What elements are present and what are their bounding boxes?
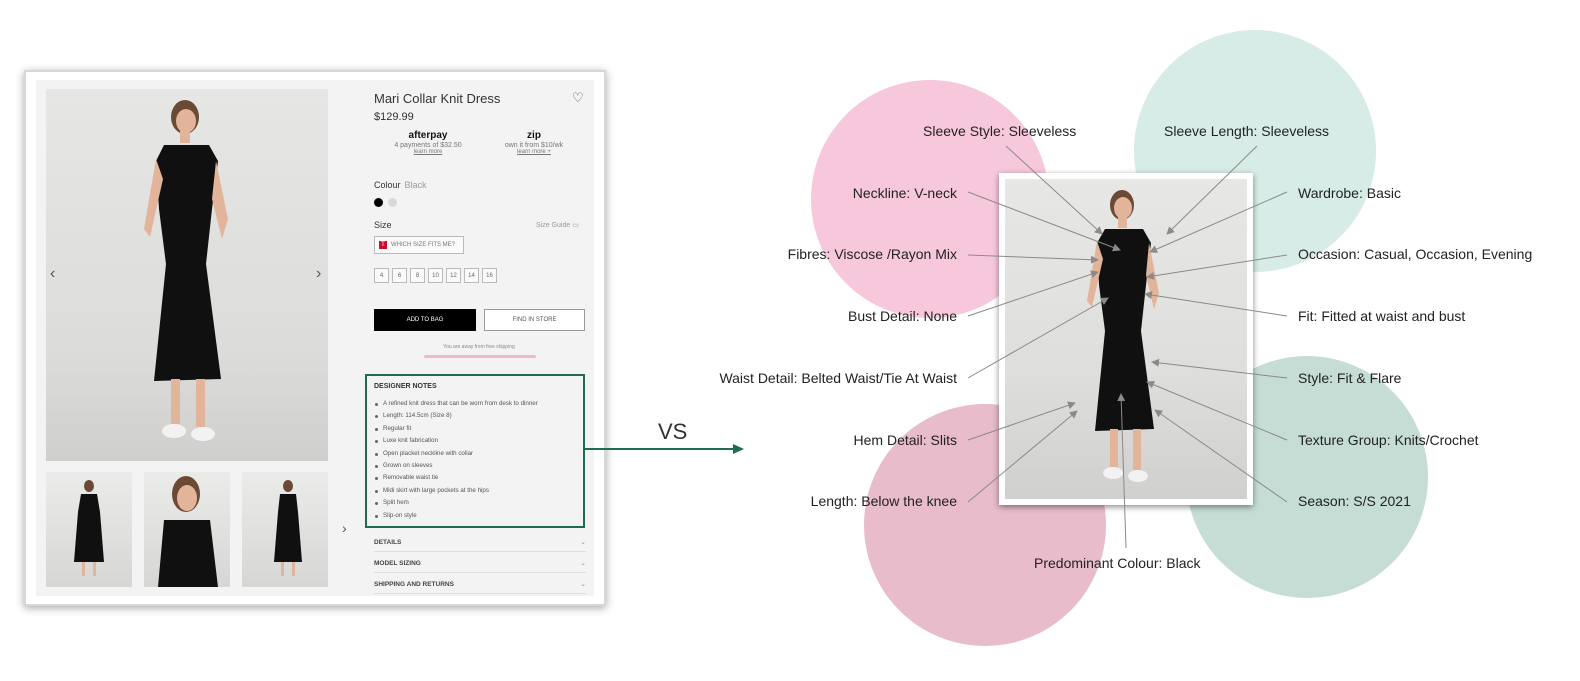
attr-texture-group: Texture Group: Knits/Crochet (1298, 432, 1479, 448)
product-price: $129.99 (374, 111, 414, 123)
fit-button-label: WHICH SIZE FITS ME? (391, 242, 456, 248)
add-to-bag-button[interactable]: ADD TO BAG (374, 309, 476, 331)
size-option[interactable]: 4 (374, 268, 389, 283)
wishlist-heart-icon[interactable]: ♡ (572, 90, 584, 106)
vs-label: VS (658, 419, 688, 444)
model-figure (144, 100, 228, 441)
designer-note-item: Split hem (374, 497, 538, 509)
colour-label: Colour (374, 180, 401, 190)
find-in-store-button[interactable]: FIND IN STORE (484, 309, 585, 331)
attr-season: Season: S/S 2021 (1298, 493, 1411, 509)
zip-learn-more-link[interactable]: learn more + (479, 149, 589, 155)
attr-hem-detail: Hem Detail: Slits (853, 432, 957, 448)
designer-note-item: Midi skirt with large pockets at the hip… (374, 485, 538, 497)
designer-note-item: Grown on sleeves (374, 460, 538, 472)
colour-value: Black (404, 180, 427, 190)
zip-text: own it from $10/wk (504, 142, 564, 149)
product-page: ‹ › › Mari Collar Knit Dress ♡ $129.99 a… (36, 80, 594, 596)
chevron-down-icon: ⌄ (580, 560, 586, 567)
designer-notes-title: DESIGNER NOTES (374, 383, 437, 390)
size-option[interactable]: 8 (410, 268, 425, 283)
chevron-down-icon: ⌄ (580, 539, 586, 546)
attr-bust-detail: Bust Detail: None (848, 308, 957, 324)
thumbnails-next-arrow-icon[interactable]: › (342, 520, 347, 536)
designer-note-item: Slip-on style (374, 510, 538, 522)
colour-swatch-black[interactable] (374, 198, 383, 207)
accordion-label: DETAILS (374, 538, 402, 546)
accordion-item[interactable]: MODEL SIZING ⌄ (374, 554, 586, 573)
attr-neckline: Neckline: V-neck (852, 185, 957, 201)
afterpay-logo: afterpay (408, 130, 448, 141)
thumbnail-2[interactable] (144, 472, 230, 587)
size-option[interactable]: 12 (446, 268, 461, 283)
attr-style: Style: Fit & Flare (1298, 370, 1402, 386)
free-shipping-progress-bar (424, 355, 536, 358)
accordion-item[interactable]: SHIPPING AND RETURNS ⌄ (374, 575, 586, 594)
designer-notes-list: A refined knit dress that can be worn fr… (374, 398, 538, 522)
attr-fit: Fit: Fitted at waist and bust (1298, 308, 1466, 324)
zip-block: zip own it from $10/wk learn more + (479, 130, 589, 155)
size-guide-link[interactable]: Size Guide ▭ (536, 221, 579, 229)
main-product-image: ‹ › (46, 89, 328, 461)
colour-swatch-grey[interactable] (388, 198, 397, 207)
free-shipping-text: You are away from free shipping (443, 344, 515, 350)
afterpay-block: afterpay 4 payments of $32.50 learn more (373, 130, 483, 155)
thumbnail-3[interactable] (242, 472, 328, 587)
attr-sleeve-style: Sleeve Style: Sleeveless (923, 123, 1077, 139)
designer-note-item: Open placket neckline with collar (374, 448, 538, 460)
thumbnail-1[interactable] (46, 472, 132, 587)
which-size-fits-me-button[interactable]: T WHICH SIZE FITS ME? (374, 236, 464, 254)
designer-note-item: Removable waist tie (374, 472, 538, 484)
attr-wardrobe: Wardrobe: Basic (1298, 185, 1401, 201)
afterpay-learn-more-link[interactable]: learn more (373, 149, 483, 155)
designer-notes-panel: DESIGNER NOTES A refined knit dress that… (365, 374, 585, 528)
attr-length: Length: Below the knee (810, 493, 957, 509)
zip-logo: zip (527, 130, 541, 141)
next-image-arrow-icon[interactable]: › (316, 265, 321, 283)
accordion-label: MODEL SIZING (374, 559, 421, 567)
attr-sleeve-length: Sleeve Length: Sleeveless (1164, 123, 1329, 139)
attr-occasion: Occasion: Casual, Occasion, Evening (1298, 246, 1533, 262)
fit-badge-icon: T (379, 241, 387, 249)
colour-row: Colour Black (374, 180, 427, 190)
product-title: Mari Collar Knit Dress (374, 91, 501, 106)
size-guide-label: Size Guide (536, 222, 571, 229)
attr-fibres: Fibres: Viscose /Rayon Mix (787, 246, 957, 262)
center-product-photo (999, 173, 1253, 505)
previous-image-arrow-icon[interactable]: ‹ (50, 265, 55, 283)
attr-waist-detail: Waist Detail: Belted Waist/Tie At Waist (719, 370, 957, 386)
product-page-screenshot: ‹ › › Mari Collar Knit Dress ♡ $129.99 a… (24, 70, 606, 606)
accordion-label: SHIPPING AND RETURNS (374, 580, 454, 588)
size-option[interactable]: 16 (482, 268, 497, 283)
designer-note-item: Luxe knit fabrication (374, 435, 538, 447)
size-option[interactable]: 14 (464, 268, 479, 283)
connector-arrowhead-icon (733, 444, 744, 454)
size-option[interactable]: 6 (392, 268, 407, 283)
designer-note-item: Regular fit (374, 423, 538, 435)
size-label: Size (374, 220, 392, 230)
designer-note-item: Length: 114.5cm (Size 8) (374, 410, 538, 422)
afterpay-text: 4 payments of $32.50 (394, 142, 462, 149)
accordion-item[interactable]: DETAILS ⌄ (374, 533, 586, 552)
model-figure-center (1087, 190, 1159, 482)
designer-note-item: A refined knit dress that can be worn fr… (374, 398, 538, 410)
size-option[interactable]: 10 (428, 268, 443, 283)
chevron-down-icon: ⌄ (580, 581, 586, 588)
attr-predominant-colour: Predominant Colour: Black (1034, 555, 1201, 571)
ruler-icon: ▭ (572, 222, 579, 229)
